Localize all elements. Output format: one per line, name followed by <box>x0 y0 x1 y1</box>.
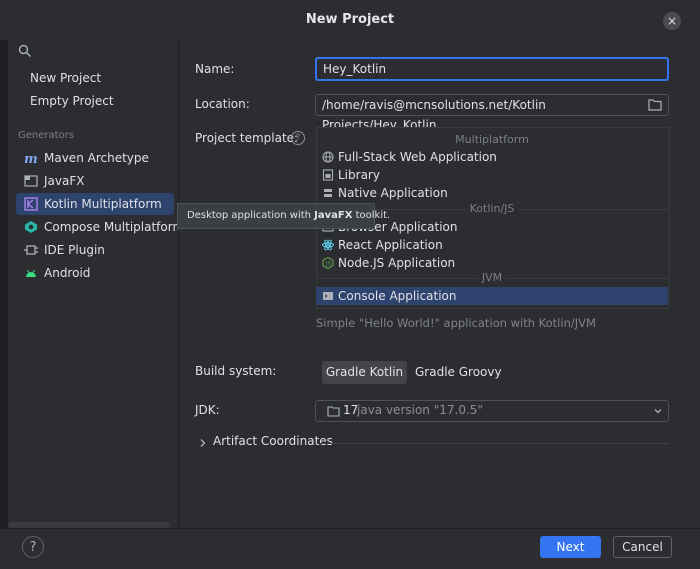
jdk-folder-icon <box>327 406 340 417</box>
tooltip: Desktop application with JavaFX toolkit. <box>177 203 390 229</box>
svg-text:m: m <box>24 152 38 165</box>
location-input[interactable]: /home/ravis@mcnsolutions.net/Kotlin Proj… <box>315 94 669 132</box>
plugin-icon <box>24 245 38 255</box>
template-label: Console Application <box>338 289 457 303</box>
sidebar <box>8 40 178 528</box>
build-option-gradle-groovy[interactable]: Gradle Groovy <box>415 361 502 384</box>
template-description: Simple "Hello World!" application with K… <box>316 316 596 330</box>
nodejs-icon: JS <box>322 257 334 269</box>
sidebar-item-new-project[interactable]: New Project <box>30 68 101 88</box>
template-group-jvm: JVM <box>316 271 668 284</box>
template-label: Full-Stack Web Application <box>338 150 497 164</box>
sidebar-item-android[interactable]: Android <box>44 263 90 283</box>
search-icon[interactable] <box>18 44 32 58</box>
maven-icon: m <box>24 152 38 165</box>
template-react-application[interactable]: React Application <box>322 236 443 254</box>
native-icon <box>324 189 332 197</box>
cancel-button[interactable]: Cancel <box>613 536 672 558</box>
globe-icon <box>322 151 334 163</box>
sidebar-item-compose-multiplatform[interactable]: Compose Multiplatform <box>44 217 184 237</box>
sidebar-item-ide-plugin[interactable]: IDE Plugin <box>44 240 105 260</box>
next-button[interactable]: Next <box>540 536 601 558</box>
jdk-label: JDK: <box>195 403 220 417</box>
background-ide-strip <box>0 40 8 528</box>
build-option-gradle-kotlin[interactable]: Gradle Kotlin <box>322 361 407 384</box>
chevron-right-icon[interactable] <box>199 438 207 448</box>
javafx-icon <box>24 175 38 187</box>
jdk-version: 17 <box>343 403 359 417</box>
library-icon <box>322 169 334 181</box>
artifact-divider <box>320 443 669 444</box>
dialog-title: New Project <box>305 12 395 27</box>
template-help-icon[interactable]: ? <box>291 131 305 145</box>
template-library[interactable]: Library <box>322 166 380 184</box>
kotlin-icon <box>24 197 38 211</box>
jdk-detail: java version "17.0.5" <box>357 403 483 417</box>
android-icon <box>26 269 36 277</box>
console-icon <box>323 292 333 300</box>
generators-section-label: Generators <box>18 130 74 141</box>
template-full-stack-web-application[interactable]: Full-Stack Web Application <box>322 148 497 166</box>
help-button[interactable]: ? <box>22 536 44 558</box>
template-label: Library <box>338 168 380 182</box>
tooltip-bold-text: JavaFX <box>314 210 353 221</box>
build-system-label: Build system: <box>195 364 277 378</box>
sidebar-item-maven-archetype[interactable]: Maven Archetype <box>44 148 149 168</box>
svg-text:JS: JS <box>325 261 332 268</box>
template-label: Node.JS Application <box>338 256 456 270</box>
sidebar-item-javafx[interactable]: JavaFX <box>44 171 84 191</box>
template-node-js-application[interactable]: JS Node.JS Application <box>322 254 455 272</box>
name-label: Name: <box>195 62 235 76</box>
tooltip-text: Desktop application with <box>187 210 315 221</box>
artifact-coordinates-toggle[interactable]: Artifact Coordinates <box>213 434 333 448</box>
location-label: Location: <box>195 97 250 111</box>
sidebar-item-kotlin-multiplatform[interactable]: Kotlin Multiplatform <box>44 194 162 214</box>
project-template-label: Project template: <box>195 131 299 145</box>
sidebar-item-empty-project[interactable]: Empty Project <box>30 91 114 111</box>
chevron-down-icon <box>654 409 662 414</box>
folder-icon[interactable] <box>648 98 662 111</box>
tooltip-suffix: toolkit. <box>352 210 391 221</box>
template-label: React Application <box>338 238 443 252</box>
react-icon <box>322 239 334 251</box>
template-group-multiplatform: Multiplatform <box>455 133 529 146</box>
name-input[interactable]: Hey_Kotlin <box>315 57 669 81</box>
close-button[interactable]: × <box>663 12 681 30</box>
template-console-application[interactable]: Console Application <box>322 287 457 305</box>
template-native-application[interactable]: Native Application <box>322 184 448 202</box>
compose-icon <box>25 221 37 233</box>
template-label: Native Application <box>338 186 448 200</box>
